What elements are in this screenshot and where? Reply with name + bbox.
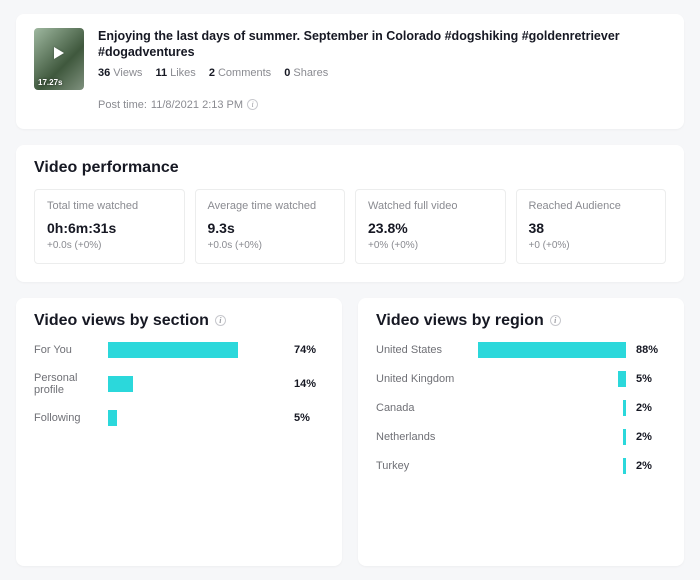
kpi-delta: +0 (+0%) — [529, 240, 654, 251]
comments-label: Comments — [218, 67, 271, 79]
post-time-value: 11/8/2021 2:13 PM — [151, 99, 243, 111]
video-stats-row: 36Views 11Likes 2Comments 0Shares — [98, 67, 666, 79]
bar-value: 74% — [294, 344, 324, 356]
bar-row: Netherlands 2% — [376, 429, 666, 445]
bar-label: Personal profile — [34, 372, 108, 396]
info-icon[interactable] — [247, 99, 258, 110]
bar-track — [458, 458, 626, 474]
bar-label: United States — [376, 344, 458, 356]
views-label: Views — [113, 67, 142, 79]
bar-row: Turkey 2% — [376, 458, 666, 474]
bar-row: For You 74% — [34, 342, 324, 358]
bar-fill — [478, 342, 626, 358]
kpi-value: 38 — [529, 220, 654, 236]
bar-fill — [108, 342, 238, 358]
video-duration: 17.27s — [38, 78, 62, 87]
bar-value: 5% — [294, 412, 324, 424]
bar-track — [458, 342, 626, 358]
kpi-value: 0h:6m:31s — [47, 220, 172, 236]
views-count: 36 — [98, 67, 110, 79]
kpi-label: Average time watched — [208, 200, 333, 212]
kpi-box: Average time watched 9.3s +0.0s (+0%) — [195, 189, 346, 264]
bar-label: Following — [34, 412, 108, 424]
bar-value: 88% — [636, 344, 666, 356]
bar-fill — [618, 371, 626, 387]
bar-track — [458, 429, 626, 445]
post-time-label: Post time: — [98, 99, 147, 111]
kpi-box: Reached Audience 38 +0 (+0%) — [516, 189, 667, 264]
bar-label: Netherlands — [376, 431, 458, 443]
info-icon[interactable] — [550, 315, 561, 326]
bar-value: 14% — [294, 378, 324, 390]
bar-row: United States 88% — [376, 342, 666, 358]
views-by-section-card: Video views by section For You 74% Persona… — [16, 298, 342, 566]
shares-count: 0 — [284, 67, 290, 79]
video-thumbnail[interactable]: 17.27s — [34, 28, 84, 90]
bar-fill — [108, 410, 117, 426]
post-time: Post time: 11/8/2021 2:13 PM — [98, 99, 666, 111]
video-header-card: 17.27s Enjoying the last days of summer.… — [16, 14, 684, 129]
bar-row: United Kingdom 5% — [376, 371, 666, 387]
video-title: Enjoying the last days of summer. Septem… — [98, 28, 666, 61]
bar-track — [108, 342, 284, 358]
bar-track — [458, 400, 626, 416]
bar-track — [108, 376, 284, 392]
bar-value: 2% — [636, 460, 666, 472]
bar-track — [108, 410, 284, 426]
bar-row: Following 5% — [34, 410, 324, 426]
shares-label: Shares — [293, 67, 328, 79]
kpi-label: Total time watched — [47, 200, 172, 212]
kpi-label: Watched full video — [368, 200, 493, 212]
bar-row: Canada 2% — [376, 400, 666, 416]
kpi-label: Reached Audience — [529, 200, 654, 212]
bar-label: Turkey — [376, 460, 458, 472]
bar-row: Personal profile 14% — [34, 372, 324, 396]
bar-fill — [623, 429, 626, 445]
kpi-value: 23.8% — [368, 220, 493, 236]
bar-label: Canada — [376, 402, 458, 414]
likes-count: 11 — [155, 67, 167, 79]
kpi-delta: +0.0s (+0%) — [47, 240, 172, 251]
bar-value: 2% — [636, 431, 666, 443]
comments-count: 2 — [209, 67, 215, 79]
play-icon — [54, 47, 64, 59]
kpi-value: 9.3s — [208, 220, 333, 236]
bar-track — [458, 371, 626, 387]
bar-value: 5% — [636, 373, 666, 385]
kpi-delta: +0% (+0%) — [368, 240, 493, 251]
bar-fill — [623, 458, 626, 474]
bar-label: United Kingdom — [376, 373, 458, 385]
bar-fill — [623, 400, 626, 416]
views-by-region-card: Video views by region United States88%Un… — [358, 298, 684, 566]
likes-label: Likes — [170, 67, 196, 79]
kpi-box: Watched full video 23.8% +0% (+0%) — [355, 189, 506, 264]
info-icon[interactable] — [215, 315, 226, 326]
region-bars: United States 88% United Kingdom 5% Canada 2%… — [376, 342, 666, 474]
video-performance-card: Video performance Total time watched 0h:6… — [16, 145, 684, 282]
kpi-delta: +0.0s (+0%) — [208, 240, 333, 251]
kpi-row: Total time watched0h:6m:31s+0.0s (+0%)Av… — [34, 189, 666, 264]
bar-value: 2% — [636, 402, 666, 414]
kpi-box: Total time watched 0h:6m:31s +0.0s (+0%) — [34, 189, 185, 264]
section-bars: For You 74% Personal profile 14% Following 5% — [34, 342, 324, 426]
bar-fill — [108, 376, 133, 392]
views-by-section-heading: Video views by section — [34, 312, 209, 330]
video-performance-heading: Video performance — [34, 159, 666, 177]
video-header-main: Enjoying the last days of summer. Septem… — [98, 28, 666, 111]
bar-label: For You — [34, 344, 108, 356]
views-by-region-heading: Video views by region — [376, 312, 544, 330]
